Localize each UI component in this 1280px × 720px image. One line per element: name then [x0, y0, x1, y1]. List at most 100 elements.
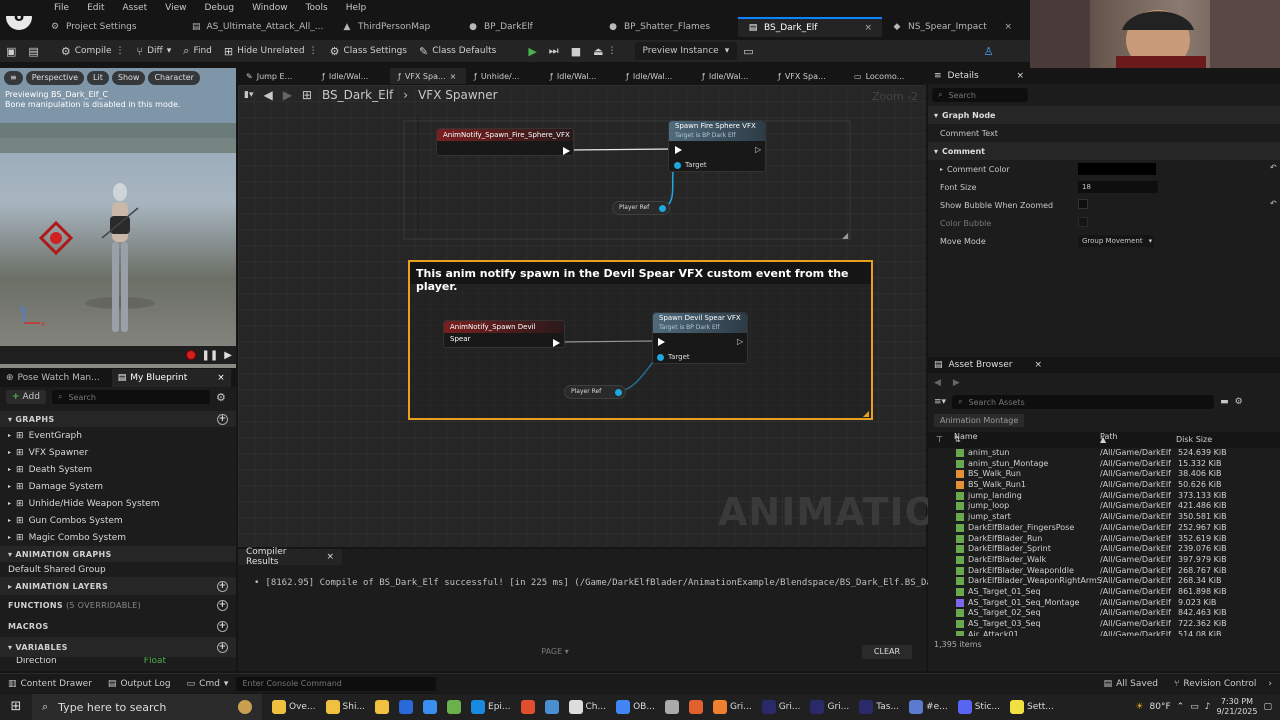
- find-button[interactable]: ⌕ Find: [177, 40, 218, 62]
- animation-graphs-header[interactable]: ▾ ANIMATION GRAPHS: [0, 546, 236, 562]
- target-pin[interactable]: Target: [674, 161, 707, 169]
- exec-out-pin[interactable]: ▷: [737, 337, 743, 346]
- taskbar-app[interactable]: #e...: [905, 694, 952, 720]
- graph-item[interactable]: ▸ ⊞ Damage System: [0, 478, 236, 495]
- output-log-button[interactable]: ▤ Output Log: [100, 674, 179, 694]
- exec-in-pin[interactable]: [675, 146, 682, 154]
- anim-notify-devil-spear-node[interactable]: AnimNotify_Spawn Devil Spear: [443, 320, 565, 348]
- exec-out-pin[interactable]: ▷: [755, 145, 761, 154]
- anim-notify-fire-sphere-node[interactable]: AnimNotify_Spawn_Fire_Sphere_VFX: [436, 128, 574, 156]
- asset-row[interactable]: BS_Walk_Run/All/Game/DarkElf 38.406 KiB: [928, 469, 1280, 480]
- taskbar-app[interactable]: Tas...: [855, 694, 903, 720]
- clock[interactable]: 7:30 PM 9/21/2025: [1216, 697, 1257, 717]
- taskbar-app[interactable]: [517, 694, 539, 720]
- graph-tab-7[interactable]: ƒ VFX Spa...: [770, 68, 846, 84]
- add-layer-button[interactable]: +: [217, 580, 228, 592]
- save-button[interactable]: ▣: [0, 40, 22, 62]
- graph-item[interactable]: ▸ ⊞ VFX Spawner: [0, 444, 236, 461]
- asset-row[interactable]: DarkElfBlader_FingersPose/All/Game/DarkE…: [928, 523, 1280, 534]
- graphs-section-header[interactable]: ▾ GRAPHS +: [0, 411, 236, 427]
- network-icon[interactable]: ▭: [1190, 702, 1199, 712]
- menu-item-debug[interactable]: Debug: [195, 0, 243, 16]
- doc-tab-0[interactable]: ⚙ Project Settings: [40, 17, 182, 37]
- comment-text[interactable]: This anim notify spawn in the Devil Spea…: [410, 262, 871, 293]
- record-button[interactable]: [185, 350, 196, 360]
- menu-item-view[interactable]: View: [156, 0, 195, 16]
- asset-row[interactable]: jump_start/All/Game/DarkElf 350.581 KiB: [928, 512, 1280, 523]
- asset-row[interactable]: AS_Target_01_Seq_Montage/All/Game/DarkEl…: [928, 598, 1280, 609]
- add-macro-button[interactable]: +: [217, 620, 228, 632]
- person-mode-button[interactable]: ♙: [978, 40, 1000, 62]
- breadcrumb-root[interactable]: BS_Dark_Elf: [322, 88, 393, 102]
- taskbar-app[interactable]: Gri...: [806, 694, 853, 720]
- asset-row[interactable]: anim_stun_Montage/All/Game/DarkElf 15.332…: [928, 459, 1280, 470]
- chevron-right-icon[interactable]: ▸: [940, 166, 943, 173]
- asset-row[interactable]: AS_Target_02_Seq/All/Game/DarkElf 842.463…: [928, 608, 1280, 619]
- graph-tab-3[interactable]: ƒ Unhide/...: [466, 68, 542, 84]
- asset-row[interactable]: Air_Attack01/All/Game/DarkElf 514.08 KiB: [928, 630, 1280, 636]
- doc-tab-1[interactable]: ▤ AS_Ultimate_Attack_All_...: [182, 17, 332, 37]
- asset-row[interactable]: AS_Target_01_Seq/All/Game/DarkElf 861.898…: [928, 587, 1280, 598]
- exec-out-pin[interactable]: [563, 147, 570, 155]
- taskbar-app[interactable]: Stic...: [954, 694, 1004, 720]
- graph-tab-6[interactable]: ƒ Idle/Wal...: [694, 68, 770, 84]
- tray-chevron-icon[interactable]: ⌃: [1177, 702, 1185, 712]
- spawn-fire-sphere-node[interactable]: Spawn Fire Sphere VFX Target is BP Dark E…: [668, 120, 766, 172]
- player-ref-node-1[interactable]: Player Ref: [612, 201, 670, 215]
- graph-item[interactable]: ▸ ⊞ Gun Combos System: [0, 512, 236, 529]
- taskbar-app[interactable]: [419, 694, 441, 720]
- graph-tab-0[interactable]: ✎ Jump E...: [238, 68, 314, 84]
- blueprint-search[interactable]: ⌕ Search: [51, 390, 210, 404]
- hide-unrelated-button[interactable]: ⊞ Hide Unrelated ⋮: [218, 40, 324, 62]
- perspective-button[interactable]: Perspective: [25, 71, 85, 85]
- close-icon[interactable]: ×: [1034, 360, 1042, 370]
- close-icon[interactable]: ×: [450, 72, 457, 81]
- graph-tab-5[interactable]: ƒ Idle/Wal...: [618, 68, 694, 84]
- lit-button[interactable]: Lit: [87, 71, 109, 85]
- cmd-dropdown[interactable]: ▭ Cmd ▾: [179, 674, 237, 694]
- add-function-button[interactable]: +: [217, 599, 228, 611]
- var-pin[interactable]: [659, 205, 666, 212]
- taskbar-app[interactable]: [395, 694, 417, 720]
- class-settings-button[interactable]: ⚙ Class Settings: [324, 40, 413, 62]
- graph-item[interactable]: ▸ ⊞ Unhide/Hide Weapon System: [0, 495, 236, 512]
- asset-row[interactable]: DarkElfBlader_WeaponRightArmS/All/Game/D…: [928, 576, 1280, 587]
- exec-in-pin[interactable]: [658, 338, 665, 346]
- doc-tab-4[interactable]: ● BP_Shatter_Flames: [598, 17, 738, 37]
- spawn-devil-spear-node[interactable]: Spawn Devil Spear VFX Target is BP Dark E…: [652, 312, 748, 364]
- filter-icon[interactable]: ≡▾: [934, 397, 946, 407]
- taskbar-search[interactable]: ⌕ Type here to search: [32, 694, 262, 720]
- move-mode-dropdown[interactable]: Group Movement ▾: [1078, 235, 1154, 247]
- history-dropdown-icon[interactable]: ▮▾: [244, 90, 253, 100]
- taskbar-app[interactable]: Ove...: [268, 694, 320, 720]
- forward-arrow-icon[interactable]: ▶: [283, 88, 292, 102]
- col-size[interactable]: Disk Size: [1176, 432, 1212, 448]
- graph-item[interactable]: ▸ ⊞ Death System: [0, 461, 236, 478]
- taskbar-app[interactable]: Ch...: [565, 694, 611, 720]
- back-arrow-icon[interactable]: ◀: [934, 378, 941, 388]
- doc-tab-6[interactable]: ◆ NS_Spear_Impact ×: [882, 17, 1022, 37]
- asset-row[interactable]: BS_Walk_Run1/All/Game/DarkElf 50.626 KiB: [928, 480, 1280, 491]
- player-ref-node-2[interactable]: Player Ref: [564, 385, 626, 399]
- animation-montage-filter-chip[interactable]: Animation Montage: [934, 414, 1025, 427]
- menu-item-window[interactable]: Window: [243, 0, 297, 16]
- tab-pose-watch[interactable]: ⊕ Pose Watch Man...: [0, 369, 106, 387]
- tab-my-blueprint[interactable]: ▤ My Blueprint ×: [111, 369, 231, 387]
- reset-icon[interactable]: ↶: [1270, 163, 1277, 172]
- eject-button[interactable]: ⏏ ⋮: [587, 40, 622, 62]
- menu-item-file[interactable]: File: [45, 0, 78, 16]
- page-dropdown[interactable]: PAGE ▾: [533, 645, 577, 659]
- asset-row[interactable]: jump_landing/All/Game/DarkElf 373.133 KiB: [928, 491, 1280, 502]
- reset-icon[interactable]: ↶: [1270, 199, 1277, 208]
- settings-gear-icon[interactable]: ⚙: [216, 391, 226, 404]
- close-icon[interactable]: ×: [1004, 22, 1012, 32]
- resize-handle-icon[interactable]: ◢: [842, 231, 848, 240]
- color-bubble-checkbox[interactable]: [1078, 217, 1088, 227]
- asset-row[interactable]: DarkElfBlader_Walk/All/Game/DarkElf 397.9…: [928, 555, 1280, 566]
- close-icon[interactable]: ×: [326, 552, 334, 562]
- variables-header[interactable]: ▾ VARIABLES +: [0, 637, 236, 657]
- graph-item[interactable]: ▸ ⊞ EventGraph: [0, 427, 236, 444]
- font-size-input[interactable]: 18: [1078, 181, 1158, 193]
- comment-category[interactable]: ▾ Comment: [928, 142, 1280, 160]
- graph-tab-2[interactable]: ƒ VFX Spa... ×: [390, 68, 466, 84]
